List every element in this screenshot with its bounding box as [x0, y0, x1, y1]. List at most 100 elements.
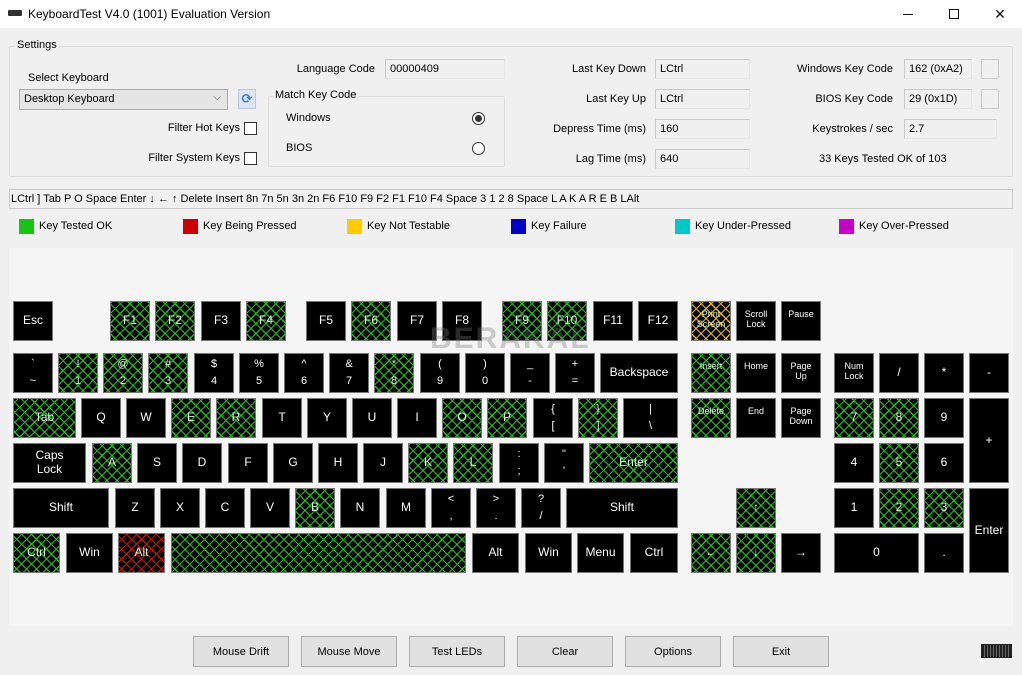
- close-button[interactable]: ✕: [977, 0, 1022, 28]
- key-end[interactable]: End: [736, 398, 776, 438]
- key-num5[interactable]: 5: [879, 443, 919, 483]
- key-rwin[interactable]: Win: [525, 533, 572, 573]
- key-equals[interactable]: + =: [555, 353, 595, 393]
- key-e[interactable]: E: [171, 398, 211, 438]
- key-3[interactable]: #3: [148, 353, 188, 393]
- key-i[interactable]: I: [397, 398, 437, 438]
- key-quote[interactable]: " ': [544, 443, 584, 483]
- key-f3[interactable]: F3: [201, 301, 241, 341]
- key-k[interactable]: K: [408, 443, 448, 483]
- key-num3[interactable]: 3: [924, 488, 964, 528]
- key-numminus[interactable]: -: [969, 353, 1009, 393]
- key-down[interactable]: ↓: [736, 533, 776, 573]
- filter-system-keys-checkbox[interactable]: [244, 152, 257, 165]
- key-lctrl[interactable]: Ctrl: [13, 533, 60, 573]
- key-c[interactable]: C: [205, 488, 245, 528]
- key-esc[interactable]: Esc: [13, 301, 53, 341]
- key-ralt[interactable]: Alt: [472, 533, 519, 573]
- key-q[interactable]: Q: [81, 398, 121, 438]
- key-f12[interactable]: F12: [638, 301, 678, 341]
- key-f10[interactable]: F10: [547, 301, 587, 341]
- key-semicolon[interactable]: :;: [499, 443, 539, 483]
- key-5[interactable]: % 5: [239, 353, 279, 393]
- key-up[interactable]: ↑: [736, 488, 776, 528]
- options-button[interactable]: Options: [625, 636, 721, 667]
- key-home[interactable]: Home: [736, 353, 776, 393]
- key-n[interactable]: N: [340, 488, 380, 528]
- key-delete[interactable]: Delete: [691, 398, 731, 438]
- key-pageup[interactable]: Page Up: [781, 353, 821, 393]
- key-numenter[interactable]: Enter: [969, 488, 1009, 573]
- key-f4[interactable]: F4: [246, 301, 286, 341]
- key-l[interactable]: L: [453, 443, 493, 483]
- key-j[interactable]: J: [363, 443, 403, 483]
- clear-button[interactable]: Clear: [517, 636, 613, 667]
- key-num9[interactable]: 9: [924, 398, 964, 438]
- key-rctrl[interactable]: Ctrl: [630, 533, 678, 573]
- key-slash[interactable]: ? /: [521, 488, 561, 528]
- key-rshift[interactable]: Shift: [566, 488, 678, 528]
- key-comma[interactable]: <,: [431, 488, 471, 528]
- key-numslash[interactable]: /: [879, 353, 919, 393]
- key-d[interactable]: D: [182, 443, 222, 483]
- key-scrolllock[interactable]: Scroll Lock: [736, 301, 776, 341]
- key-6[interactable]: ^ 6: [284, 353, 324, 393]
- key-f5[interactable]: F5: [306, 301, 346, 341]
- key-insert[interactable]: Insert: [691, 353, 731, 393]
- key-minus[interactable]: _ -: [510, 353, 550, 393]
- key-a[interactable]: A: [92, 443, 132, 483]
- key-1[interactable]: ! 1: [58, 353, 98, 393]
- key-lbracket[interactable]: {[: [533, 398, 573, 438]
- key-f11[interactable]: F11: [593, 301, 633, 341]
- key-capslock[interactable]: Caps Lock: [13, 443, 86, 483]
- key-num0[interactable]: 0: [834, 533, 919, 573]
- key-4[interactable]: $4: [194, 353, 234, 393]
- key-0[interactable]: ) 0: [465, 353, 505, 393]
- key-lalt[interactable]: Alt: [118, 533, 165, 573]
- key-f2[interactable]: F2: [155, 301, 195, 341]
- key-g[interactable]: G: [273, 443, 313, 483]
- key-z[interactable]: Z: [115, 488, 155, 528]
- key-m[interactable]: M: [386, 488, 426, 528]
- key-b[interactable]: B: [295, 488, 335, 528]
- key-8[interactable]: * 8: [374, 353, 414, 393]
- key-numlock[interactable]: Num Lock: [834, 353, 874, 393]
- mouse-drift-button[interactable]: Mouse Drift: [193, 636, 289, 667]
- key-num8[interactable]: 8: [879, 398, 919, 438]
- key-u[interactable]: U: [352, 398, 392, 438]
- key-backslash[interactable]: | \: [623, 398, 678, 438]
- key-2[interactable]: @2: [103, 353, 143, 393]
- keyboard-select[interactable]: Desktop Keyboard ⌵: [19, 89, 228, 110]
- key-f1[interactable]: F1: [110, 301, 150, 341]
- key-tab[interactable]: Tab: [13, 398, 76, 438]
- key-w[interactable]: W: [126, 398, 166, 438]
- key-p[interactable]: P: [487, 398, 527, 438]
- key-numstar[interactable]: *: [924, 353, 964, 393]
- key-f[interactable]: F: [228, 443, 268, 483]
- key-space[interactable]: [171, 533, 466, 573]
- key-backtick[interactable]: ` ~: [13, 353, 53, 393]
- key-o[interactable]: O: [442, 398, 482, 438]
- key-f9[interactable]: F9: [502, 301, 542, 341]
- key-printscreen[interactable]: Print Screen: [691, 301, 731, 341]
- key-lwin[interactable]: Win: [66, 533, 113, 573]
- key-num2[interactable]: 2: [879, 488, 919, 528]
- key-v[interactable]: V: [250, 488, 290, 528]
- filter-hot-keys-checkbox[interactable]: [244, 122, 257, 135]
- key-f8[interactable]: F8: [442, 301, 482, 341]
- key-lshift[interactable]: Shift: [13, 488, 109, 528]
- mouse-move-button[interactable]: Mouse Move: [301, 636, 397, 667]
- key-period[interactable]: >.: [476, 488, 516, 528]
- key-x[interactable]: X: [160, 488, 200, 528]
- match-bios-radio[interactable]: [472, 142, 485, 155]
- key-num6[interactable]: 6: [924, 443, 964, 483]
- key-f7[interactable]: F7: [397, 301, 437, 341]
- key-left[interactable]: ←: [691, 533, 731, 573]
- key-s[interactable]: S: [137, 443, 177, 483]
- key-7[interactable]: & 7: [329, 353, 369, 393]
- key-menu[interactable]: Menu: [577, 533, 624, 573]
- key-right[interactable]: →: [781, 533, 821, 573]
- test-leds-button[interactable]: Test LEDs: [409, 636, 505, 667]
- key-rbracket[interactable]: }]: [578, 398, 618, 438]
- key-h[interactable]: H: [318, 443, 358, 483]
